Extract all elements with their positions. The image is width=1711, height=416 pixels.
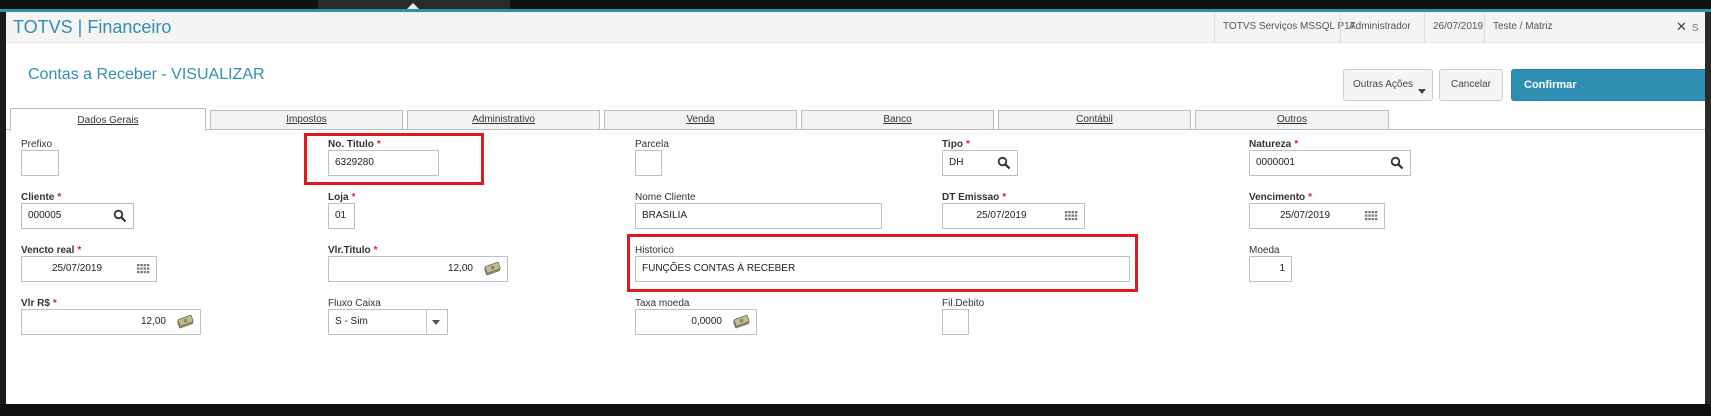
tab-contabil[interactable]: Contábil (998, 110, 1191, 129)
company-info: Teste / Matriz (1484, 12, 1560, 42)
chevron-down-icon (1418, 89, 1426, 94)
money-icon[interactable] (176, 315, 194, 329)
app-title: TOTVS | Financeiro (13, 17, 172, 37)
required-marker: * (965, 139, 970, 150)
prefixo-label: Prefixo (21, 139, 53, 150)
tipo-label: Tipo * (942, 139, 970, 150)
fil-debito-label: Fil.Debito (942, 298, 985, 309)
tab-administrativo[interactable]: Administrativo (407, 110, 600, 129)
moeda-field[interactable]: 1 (1249, 256, 1292, 282)
highlight-no-titulo (304, 133, 484, 185)
cliente-value: 000005 (28, 210, 62, 221)
money-icon[interactable] (732, 315, 750, 329)
vlr-rs-label: Vlr R$ * (21, 298, 57, 309)
vencimento-field[interactable]: 25/07/2019 (1249, 203, 1385, 229)
money-icon[interactable] (483, 262, 501, 276)
nome-cliente-label: Nome Cliente (635, 192, 696, 203)
page-title: Contas a Receber - VISUALIZAR (28, 66, 265, 83)
prefixo-field[interactable] (21, 150, 59, 176)
tab-bar: Dados Gerais Impostos Administrativo Ven… (6, 108, 1705, 131)
right-edge (1705, 12, 1711, 404)
vencto-real-value: 25/07/2019 (51, 263, 103, 274)
vlr-titulo-label: Vlr.Titulo * (328, 245, 378, 256)
other-actions-label: Outras Ações (1352, 79, 1414, 90)
required-marker: * (1294, 139, 1299, 150)
window-top-strip (0, 0, 1711, 12)
required-marker: * (351, 192, 356, 203)
loja-field[interactable]: 01 (328, 203, 355, 229)
taxa-moeda-label: Taxa moeda (635, 298, 690, 309)
tab-dados-gerais[interactable]: Dados Gerais (10, 108, 206, 131)
dt-emissao-field[interactable]: 25/07/2019 (942, 203, 1085, 229)
tipo-field[interactable]: DH (942, 150, 1018, 176)
required-marker: * (52, 298, 57, 309)
date-info: 26/07/2019 (1424, 12, 1491, 42)
dt-emissao-value: 25/07/2019 (976, 210, 1027, 221)
user-info: Administrador (1340, 12, 1419, 42)
vencimento-label: Vencimento * (1249, 192, 1313, 203)
tipo-value: DH (949, 157, 964, 168)
select-divider (426, 310, 427, 334)
form-dados-gerais: Prefixo No. Titulo * 6329280 Parcela Tipo… (6, 130, 1705, 404)
taxa-moeda-field[interactable]: 0,0000 (635, 309, 757, 335)
close-label: S (1691, 23, 1699, 34)
close-button[interactable]: ✕ S (1676, 12, 1699, 42)
close-icon: ✕ (1676, 19, 1687, 34)
required-marker: * (77, 245, 82, 256)
search-icon[interactable] (113, 209, 127, 223)
tab-impostos[interactable]: Impostos (210, 110, 403, 129)
tab-banco[interactable]: Banco (801, 110, 994, 129)
fil-debito-field[interactable] (942, 309, 969, 335)
app-frame: TOTVS | Financeiro TOTVS Serviços MSSQL … (6, 12, 1705, 404)
parcela-field[interactable] (635, 150, 662, 176)
required-marker: * (57, 192, 62, 203)
nome-cliente-field[interactable]: BRASILIA (635, 203, 882, 229)
fluxo-caixa-label: Fluxo Caixa (328, 298, 381, 309)
tab-outros[interactable]: Outros (1195, 110, 1389, 129)
fluxo-caixa-value: S - Sim (335, 316, 368, 327)
search-icon[interactable] (1390, 156, 1404, 170)
loja-label: Loja * (328, 192, 356, 203)
cliente-field[interactable]: 000005 (21, 203, 134, 229)
natureza-field[interactable]: 0000001 (1249, 150, 1411, 176)
calendar-icon[interactable] (136, 262, 150, 276)
confirm-button[interactable]: Confirmar (1511, 69, 1705, 101)
required-marker: * (1002, 192, 1007, 203)
other-actions-button[interactable]: Outras Ações (1343, 69, 1433, 101)
vlr-titulo-field[interactable]: 12,00 (328, 256, 508, 282)
moeda-label: Moeda (1249, 245, 1280, 256)
vlr-rs-value: 12,00 (140, 316, 166, 327)
vlr-titulo-value: 12,00 (447, 263, 473, 274)
natureza-label: Natureza * (1249, 139, 1299, 150)
page-header: Contas a Receber - VISUALIZAR Outras Açõ… (6, 43, 1705, 107)
chevron-down-icon[interactable] (429, 315, 443, 329)
taxa-moeda-value: 0,0000 (691, 316, 722, 327)
cliente-label: Cliente * (21, 192, 62, 203)
vencto-real-field[interactable]: 25/07/2019 (21, 256, 157, 282)
vlr-rs-field[interactable]: 12,00 (21, 309, 201, 335)
required-marker: * (1308, 192, 1313, 203)
fluxo-caixa-select[interactable]: S - Sim (328, 309, 448, 335)
vencto-real-label: Vencto real * (21, 245, 82, 256)
calendar-icon[interactable] (1364, 209, 1378, 223)
cancel-button[interactable]: Cancelar (1439, 69, 1503, 101)
natureza-value: 0000001 (1256, 157, 1295, 168)
dt-emissao-label: DT Emissao * (942, 192, 1007, 203)
highlight-historico (627, 234, 1138, 292)
tab-venda[interactable]: Venda (604, 110, 797, 129)
title-bar: TOTVS | Financeiro TOTVS Serviços MSSQL … (6, 12, 1705, 43)
search-icon[interactable] (997, 156, 1011, 170)
calendar-icon[interactable] (1064, 209, 1078, 223)
required-marker: * (373, 245, 378, 256)
window-bottom-strip (0, 404, 1711, 416)
vencimento-value: 25/07/2019 (1279, 210, 1331, 221)
parcela-label: Parcela (635, 139, 669, 150)
